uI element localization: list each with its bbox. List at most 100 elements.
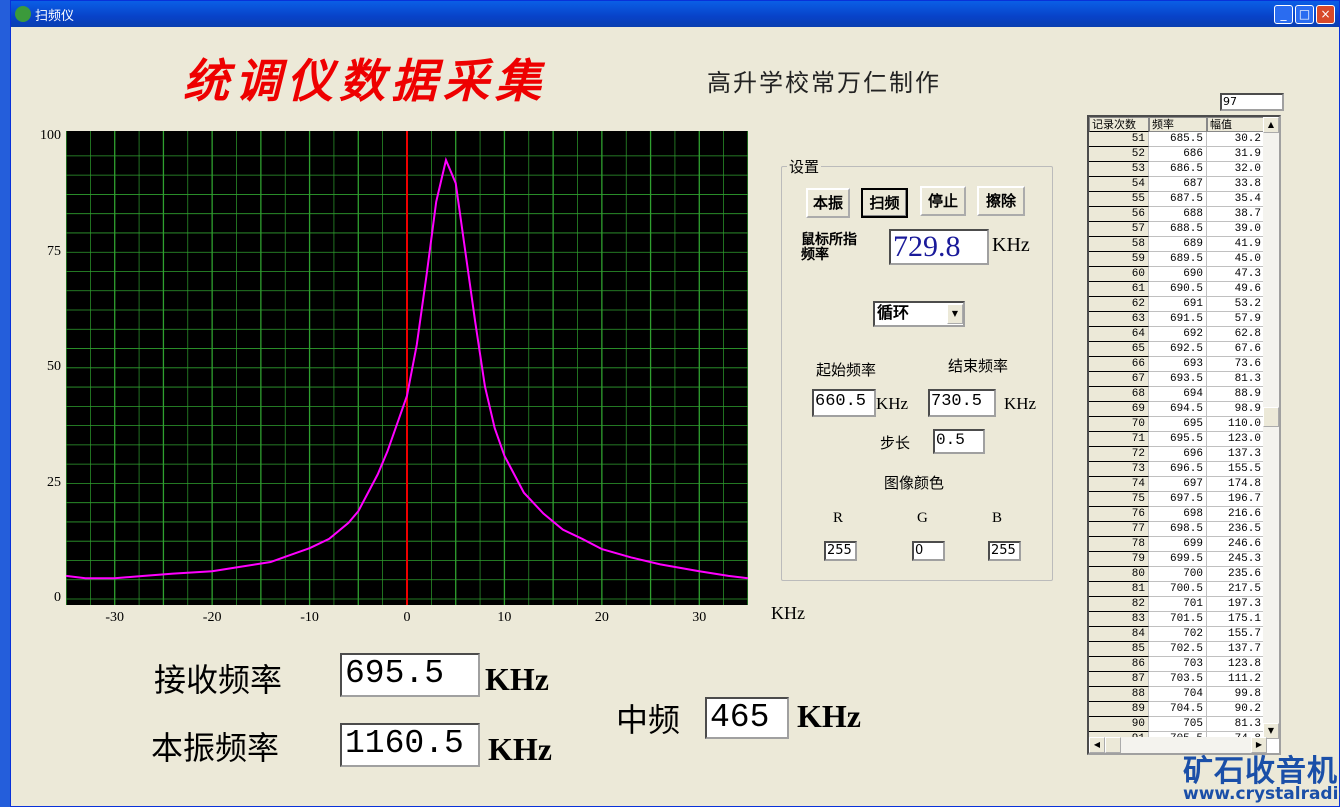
row-amp: 99.8 bbox=[1207, 687, 1265, 702]
row-amp: 174.8 bbox=[1207, 477, 1265, 492]
scroll-thumb[interactable] bbox=[1263, 407, 1279, 427]
row-freq: 692.5 bbox=[1149, 342, 1207, 357]
mode-value: 循环 bbox=[877, 303, 910, 322]
app-icon bbox=[15, 6, 31, 22]
record-count-input[interactable]: 97 bbox=[1220, 93, 1284, 111]
if-input[interactable]: 465 bbox=[705, 697, 789, 739]
data-table[interactable]: 记录次数 频率 幅值 51 685.5 30.2 52 686 31.9 53 686.5 32… bbox=[1087, 115, 1281, 755]
table-row[interactable]: 58 689 41.9 bbox=[1089, 237, 1279, 252]
cursor-freq-label: 鼠标所指 频率 bbox=[801, 233, 857, 263]
title-bar[interactable]: 扫频仪 _ □ × bbox=[11, 1, 1339, 27]
row-freq: 699 bbox=[1149, 537, 1207, 552]
step-input[interactable]: 0.5 bbox=[933, 429, 985, 454]
table-row[interactable]: 53 686.5 32.0 bbox=[1089, 162, 1279, 177]
close-button[interactable]: × bbox=[1316, 5, 1335, 24]
local-osc-button[interactable]: 本振 bbox=[806, 188, 850, 218]
hscroll-thumb[interactable] bbox=[1105, 737, 1121, 753]
table-row[interactable]: 68 694 88.9 bbox=[1089, 387, 1279, 402]
table-row[interactable]: 85 702.5 137.7 bbox=[1089, 642, 1279, 657]
table-row[interactable]: 76 698 216.6 bbox=[1089, 507, 1279, 522]
row-freq: 689.5 bbox=[1149, 252, 1207, 267]
maximize-button[interactable]: □ bbox=[1295, 5, 1314, 24]
row-amp: 236.5 bbox=[1207, 522, 1265, 537]
table-row[interactable]: 63 691.5 57.9 bbox=[1089, 312, 1279, 327]
scroll-up-icon[interactable]: ▲ bbox=[1263, 117, 1279, 133]
table-row[interactable]: 87 703.5 111.2 bbox=[1089, 672, 1279, 687]
row-freq: 702 bbox=[1149, 627, 1207, 642]
x-axis-unit: KHz bbox=[771, 603, 805, 623]
table-row[interactable]: 81 700.5 217.5 bbox=[1089, 582, 1279, 597]
g-input[interactable]: 0 bbox=[912, 541, 945, 561]
table-row[interactable]: 64 692 62.8 bbox=[1089, 327, 1279, 342]
table-row[interactable]: 89 704.5 90.2 bbox=[1089, 702, 1279, 717]
mode-select[interactable]: 循环 ▼ bbox=[873, 301, 965, 327]
row-amp: 123.0 bbox=[1207, 432, 1265, 447]
table-row[interactable]: 69 694.5 98.9 bbox=[1089, 402, 1279, 417]
table-row[interactable]: 51 685.5 30.2 bbox=[1089, 132, 1279, 147]
table-row[interactable]: 52 686 31.9 bbox=[1089, 147, 1279, 162]
table-row[interactable]: 70 695 110.0 bbox=[1089, 417, 1279, 432]
table-row[interactable]: 90 705 81.3 bbox=[1089, 717, 1279, 732]
table-row[interactable]: 80 700 235.6 bbox=[1089, 567, 1279, 582]
row-index: 67 bbox=[1089, 372, 1149, 387]
erase-button[interactable]: 擦除 bbox=[977, 186, 1025, 216]
r-input[interactable]: 255 bbox=[824, 541, 857, 561]
table-row[interactable]: 59 689.5 45.0 bbox=[1089, 252, 1279, 267]
table-row[interactable]: 72 696 137.3 bbox=[1089, 447, 1279, 462]
table-row[interactable]: 79 699.5 245.3 bbox=[1089, 552, 1279, 567]
table-row[interactable]: 56 688 38.7 bbox=[1089, 207, 1279, 222]
lo-freq-input[interactable]: 1160.5 bbox=[340, 723, 480, 767]
col-header-freq[interactable]: 频率 bbox=[1149, 117, 1207, 132]
row-freq: 701 bbox=[1149, 597, 1207, 612]
chevron-down-icon[interactable]: ▼ bbox=[947, 304, 963, 324]
end-freq-label: 结束频率 bbox=[948, 357, 1009, 375]
col-header-amp[interactable]: 幅值 bbox=[1207, 117, 1265, 132]
row-freq: 696 bbox=[1149, 447, 1207, 462]
table-row[interactable]: 84 702 155.7 bbox=[1089, 627, 1279, 642]
table-row[interactable]: 66 693 73.6 bbox=[1089, 357, 1279, 372]
stop-button[interactable]: 停止 bbox=[920, 186, 966, 216]
recv-freq-input[interactable]: 695.5 bbox=[340, 653, 480, 697]
scroll-left-icon[interactable]: ◀ bbox=[1089, 737, 1105, 753]
b-input[interactable]: 255 bbox=[988, 541, 1021, 561]
sweep-button[interactable]: 扫频 bbox=[861, 188, 908, 218]
row-index: 65 bbox=[1089, 342, 1149, 357]
table-row[interactable]: 57 688.5 39.0 bbox=[1089, 222, 1279, 237]
vertical-scrollbar[interactable]: ▲ ▼ bbox=[1263, 117, 1279, 739]
col-header-index[interactable]: 记录次数 bbox=[1089, 117, 1149, 132]
table-row[interactable]: 88 704 99.8 bbox=[1089, 687, 1279, 702]
row-freq: 694.5 bbox=[1149, 402, 1207, 417]
b-label: B bbox=[992, 510, 1003, 526]
table-row[interactable]: 71 695.5 123.0 bbox=[1089, 432, 1279, 447]
table-row[interactable]: 75 697.5 196.7 bbox=[1089, 492, 1279, 507]
table-row[interactable]: 67 693.5 81.3 bbox=[1089, 372, 1279, 387]
table-row[interactable]: 62 691 53.2 bbox=[1089, 297, 1279, 312]
start-freq-input[interactable]: 660.5 bbox=[812, 389, 876, 417]
spectrum-plot[interactable] bbox=[66, 131, 748, 605]
minimize-button[interactable]: _ bbox=[1274, 5, 1293, 24]
table-row[interactable]: 54 687 33.8 bbox=[1089, 177, 1279, 192]
row-freq: 688 bbox=[1149, 207, 1207, 222]
row-amp: 137.3 bbox=[1207, 447, 1265, 462]
x-tick-label: 20 bbox=[594, 610, 609, 625]
row-index: 63 bbox=[1089, 312, 1149, 327]
table-row[interactable]: 77 698.5 236.5 bbox=[1089, 522, 1279, 537]
settings-label: 设置 bbox=[787, 156, 822, 177]
table-row[interactable]: 74 697 174.8 bbox=[1089, 477, 1279, 492]
table-row[interactable]: 60 690 47.3 bbox=[1089, 267, 1279, 282]
table-row[interactable]: 55 687.5 35.4 bbox=[1089, 192, 1279, 207]
table-row[interactable]: 65 692.5 67.6 bbox=[1089, 342, 1279, 357]
row-freq: 695 bbox=[1149, 417, 1207, 432]
table-row[interactable]: 78 699 246.6 bbox=[1089, 537, 1279, 552]
table-row[interactable]: 73 696.5 155.5 bbox=[1089, 462, 1279, 477]
table-row[interactable]: 83 701.5 175.1 bbox=[1089, 612, 1279, 627]
row-index: 57 bbox=[1089, 222, 1149, 237]
row-freq: 688.5 bbox=[1149, 222, 1207, 237]
row-index: 88 bbox=[1089, 687, 1149, 702]
end-freq-input[interactable]: 730.5 bbox=[928, 389, 996, 417]
row-amp: 41.9 bbox=[1207, 237, 1265, 252]
row-index: 74 bbox=[1089, 477, 1149, 492]
table-row[interactable]: 86 703 123.8 bbox=[1089, 657, 1279, 672]
table-row[interactable]: 61 690.5 49.6 bbox=[1089, 282, 1279, 297]
table-row[interactable]: 82 701 197.3 bbox=[1089, 597, 1279, 612]
